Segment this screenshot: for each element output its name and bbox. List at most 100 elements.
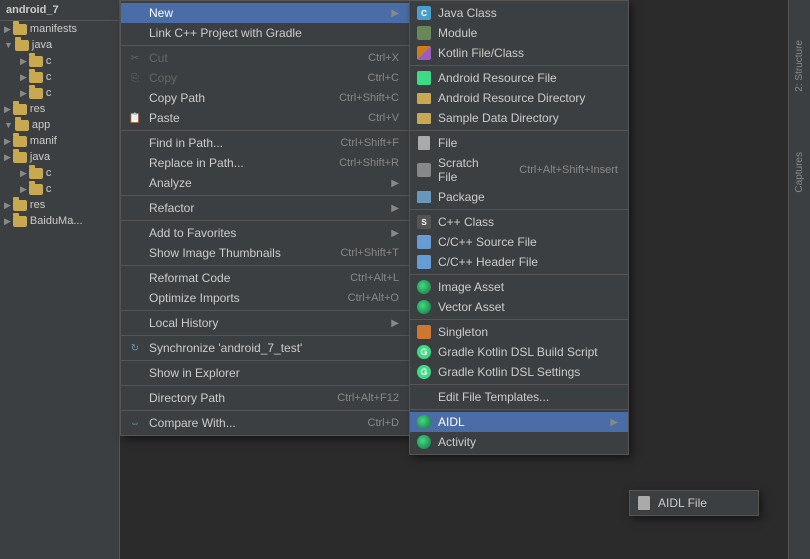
new-submenu-scratch-file[interactable]: Scratch File Ctrl+Alt+Shift+Insert — [410, 153, 628, 187]
sidebar-item-app[interactable]: ▼ app — [0, 117, 119, 133]
ctx-menu-item-copy-path[interactable]: Copy Path Ctrl+Shift+C — [121, 88, 409, 108]
sidebar-item-java2[interactable]: ▶ java — [0, 149, 119, 165]
new-submenu-edit-templates[interactable]: Edit File Templates... — [410, 387, 628, 407]
ctx-menu-item-compare-with[interactable]: ⇔ Compare With... Ctrl+D — [121, 413, 409, 433]
expand-arrow: ▶ — [20, 88, 27, 99]
scratch-badge — [417, 163, 431, 177]
aidl-submenu-aidl-file[interactable]: AIDL File — [630, 493, 758, 513]
new-submenu-java-class[interactable]: C Java Class — [410, 3, 628, 23]
image-icon — [416, 279, 432, 295]
none-icon — [127, 175, 143, 191]
sidebar-item-c1[interactable]: ▶ c — [0, 53, 119, 69]
expand-arrow: ▼ — [4, 120, 13, 130]
sidebar-item-baidumap[interactable]: ▶ BaiduMa... — [0, 213, 119, 229]
side-tab-structure[interactable]: 2: Structure — [794, 40, 805, 92]
ctx-menu-item-show-thumbnails[interactable]: Show Image Thumbnails Ctrl+Shift+T — [121, 243, 409, 263]
sidebar-item-manifests2[interactable]: ▶ manif — [0, 133, 119, 149]
folder-res-icon — [416, 90, 432, 106]
new-submenu-android-res-file[interactable]: Android Resource File — [410, 68, 628, 88]
none-icon — [127, 245, 143, 261]
ctx-menu-item-analyze[interactable]: Analyze ▶ — [121, 173, 409, 193]
ctx-item-label: Reformat Code — [149, 271, 230, 285]
ctx-menu-item-add-favorites[interactable]: Add to Favorites ▶ — [121, 223, 409, 243]
ctx-menu-item-optimize-imports[interactable]: Optimize Imports Ctrl+Alt+O — [121, 288, 409, 308]
ctx-menu-item-synchronize[interactable]: ↻ Synchronize 'android_7_test' — [121, 338, 409, 358]
sidebar-item-res2[interactable]: ▶ res — [0, 197, 119, 213]
sidebar-item-label: c — [46, 167, 52, 179]
sample-data-badge — [417, 113, 431, 124]
edit-templates-icon — [416, 389, 432, 405]
vector-badge — [417, 300, 431, 314]
separator — [121, 130, 409, 131]
separator — [410, 384, 628, 385]
new-submenu-aidl[interactable]: AIDL ▶ — [410, 412, 628, 432]
ctx-menu-item-find-in-path[interactable]: Find in Path... Ctrl+Shift+F — [121, 133, 409, 153]
sidebar-item-label: c — [46, 87, 52, 99]
new-submenu-item-label: C/C++ Header File — [438, 255, 538, 269]
new-submenu-cpp-header[interactable]: C/C++ Header File — [410, 252, 628, 272]
new-submenu-item-label: Scratch File — [438, 156, 499, 184]
ctx-menu-item-new[interactable]: New ▶ — [121, 3, 409, 23]
new-submenu-image-asset[interactable]: Image Asset — [410, 277, 628, 297]
separator — [410, 409, 628, 410]
none-icon — [127, 90, 143, 106]
new-submenu-vector-asset[interactable]: Vector Asset — [410, 297, 628, 317]
folder-icon — [29, 168, 43, 179]
sidebar-item-c5[interactable]: ▶ c — [0, 181, 119, 197]
new-submenu-package[interactable]: Package — [410, 187, 628, 207]
new-submenu-sample-data[interactable]: Sample Data Directory — [410, 108, 628, 128]
side-tab-captures[interactable]: Captures — [794, 152, 805, 193]
sidebar-title: android_7 — [0, 0, 119, 21]
sidebar-item-c2[interactable]: ▶ c — [0, 69, 119, 85]
singleton-badge — [417, 325, 431, 339]
new-submenu-cpp-class[interactable]: S C++ Class — [410, 212, 628, 232]
package-badge — [417, 191, 431, 203]
new-submenu-cpp-src[interactable]: C/C++ Source File — [410, 232, 628, 252]
separator — [410, 209, 628, 210]
ctx-menu-item-cut[interactable]: ✂ Cut Ctrl+X — [121, 48, 409, 68]
cpp-icon: S — [416, 214, 432, 230]
new-submenu-gradle-settings[interactable]: G Gradle Kotlin DSL Settings — [410, 362, 628, 382]
ctx-item-label: Copy Path — [149, 91, 205, 105]
ctx-menu-item-copy[interactable]: ⎘ Copy Ctrl+C — [121, 68, 409, 88]
new-submenu-activity[interactable]: Activity — [410, 432, 628, 452]
sidebar-item-c4[interactable]: ▶ c — [0, 165, 119, 181]
ctx-menu-item-directory-path[interactable]: Directory Path Ctrl+Alt+F12 — [121, 388, 409, 408]
new-submenu-file[interactable]: File — [410, 133, 628, 153]
ctx-menu-item-local-history[interactable]: Local History ▶ — [121, 313, 409, 333]
separator — [121, 410, 409, 411]
new-submenu-module[interactable]: Module — [410, 23, 628, 43]
ctx-menu-item-replace-in-path[interactable]: Replace in Path... Ctrl+Shift+R — [121, 153, 409, 173]
compare-icon: ⇔ — [127, 415, 143, 431]
folder-icon — [29, 56, 43, 67]
sidebar-item-manifests[interactable]: ▶ manifests — [0, 21, 119, 37]
folder-icon — [13, 104, 27, 115]
new-submenu-item-label: Module — [438, 26, 477, 40]
ctx-menu-item-show-explorer[interactable]: Show in Explorer — [121, 363, 409, 383]
shortcut-label: Ctrl+Shift+C — [339, 92, 399, 104]
new-submenu-gradle-build[interactable]: G Gradle Kotlin DSL Build Script — [410, 342, 628, 362]
shortcut-label: Ctrl+Alt+O — [348, 292, 399, 304]
sidebar-item-java[interactable]: ▼ java — [0, 37, 119, 53]
g-settings-badge: G — [417, 365, 431, 379]
sample-data-icon — [416, 110, 432, 126]
ctx-menu-item-link-cpp[interactable]: Link C++ Project with Gradle — [121, 23, 409, 43]
sidebar-item-c3[interactable]: ▶ c — [0, 85, 119, 101]
ctx-menu-item-paste[interactable]: 📋 Paste Ctrl+V — [121, 108, 409, 128]
shortcut-label: Ctrl+D — [368, 417, 399, 429]
sidebar-item-res[interactable]: ▶ res — [0, 101, 119, 117]
ctx-menu-item-refactor[interactable]: Refactor ▶ — [121, 198, 409, 218]
new-submenu-kotlin[interactable]: Kotlin File/Class — [410, 43, 628, 63]
none-icon — [127, 155, 143, 171]
context-menu: New ▶ Link C++ Project with Gradle ✂ Cut… — [120, 0, 410, 436]
shortcut-label: Ctrl+Shift+T — [340, 247, 399, 259]
new-submenu-android-res-dir[interactable]: Android Resource Directory — [410, 88, 628, 108]
ctx-menu-item-reformat[interactable]: Reformat Code Ctrl+Alt+L — [121, 268, 409, 288]
none-icon — [127, 200, 143, 216]
separator — [410, 130, 628, 131]
aidl-submenu-item-label: AIDL File — [658, 496, 707, 510]
kotlin-icon — [416, 45, 432, 61]
new-submenu-item-label: Image Asset — [438, 280, 504, 294]
new-submenu-singleton[interactable]: Singleton — [410, 322, 628, 342]
submenu-arrow-icon: ▶ — [391, 318, 399, 329]
